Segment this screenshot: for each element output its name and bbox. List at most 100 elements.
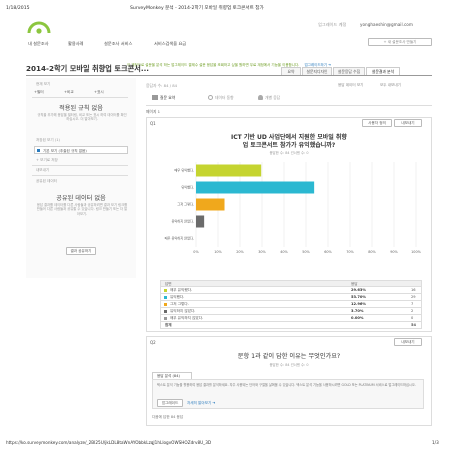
legend-swatch xyxy=(164,296,167,299)
nav-my-surveys[interactable]: 내 설문조사 xyxy=(28,41,49,46)
share-results-button[interactable]: 결과 공유하기 xyxy=(66,247,96,255)
q1-export-button[interactable]: 내보내기 xyxy=(394,119,422,127)
create-survey-button[interactable]: + 새 설문조사 만들기 xyxy=(368,38,432,46)
count-cell: 0 xyxy=(411,316,414,321)
table-row: 유익하지 않았다. 3.70% 2 xyxy=(160,308,422,315)
bar[interactable] xyxy=(196,198,225,211)
save-as-view-link[interactable]: + 보기로 저장 xyxy=(36,158,58,163)
q2-title: 문항 1과 같이 답한 이유는 무엇인가요? xyxy=(237,353,341,360)
percent-cell: 12.96% xyxy=(351,302,366,307)
view-responses-link[interactable]: 응답 데이터 보기 xyxy=(338,83,363,88)
count-cell: 16 xyxy=(411,288,416,293)
total-value: 54 xyxy=(411,323,417,328)
category-label: 유익했다. xyxy=(181,185,194,190)
bar[interactable] xyxy=(196,164,262,177)
nav-examples[interactable]: 활용사례 xyxy=(68,41,83,46)
banner-text: 이 계정으로 설문을 분석 하는 업그레이드 결제수 설문 응답을 조회하고 싶… xyxy=(126,63,300,67)
legend-swatch xyxy=(164,289,167,292)
no-shared-title: 공유된 데이터 없음 xyxy=(56,195,106,202)
percent-cell: 3.70% xyxy=(351,309,364,314)
upgrade-account-link[interactable]: 업그레이드 계정 xyxy=(318,22,346,27)
export-all-link[interactable]: 모두 내보내기 xyxy=(380,83,401,88)
table-header: 답변 응답 xyxy=(160,280,422,287)
category-label: 유익하지 않았다. xyxy=(171,219,194,224)
nav-survey-services[interactable]: 설문조사 서비스 xyxy=(104,41,132,46)
tab-question-summary[interactable]: 질문 요약 xyxy=(160,95,175,100)
tab-design[interactable]: 설문지디자인 xyxy=(302,67,332,75)
q2-learn-more-link[interactable]: 자세히 알아보기 ➜ xyxy=(187,401,215,406)
print-title: SurveyMonkey 분석 - 2014-2학기 모바일 취향업 토크콘서트… xyxy=(130,6,264,11)
answer-cell: 매우 유익했다. xyxy=(170,288,193,293)
x-tick-label: 60% xyxy=(324,250,332,254)
q2-export-button[interactable]: 내보내기 xyxy=(394,338,422,346)
print-page-number: 1/3 xyxy=(432,440,439,445)
x-tick-label: 10% xyxy=(214,250,222,254)
q2-text-analysis-box: 텍스트 분석 기능을 활용하여 응답 결과를 분석하세요. 자주 사용되는 단어… xyxy=(152,379,424,409)
compare-button[interactable]: +비교 xyxy=(64,90,74,95)
answer-cell: 유익했다. xyxy=(170,295,185,300)
tab-individual[interactable]: 개별 응답 xyxy=(265,95,280,100)
selected-view-icon xyxy=(37,149,40,152)
export-label[interactable]: 내보내기 xyxy=(36,168,49,173)
table-row: 그저 그렇다. 12.96% 7 xyxy=(160,301,422,308)
surveymonkey-logo[interactable] xyxy=(26,20,52,34)
summary-chart-icon xyxy=(152,95,158,100)
q1-number: Q1 xyxy=(150,121,156,126)
user-email[interactable]: yonghaeshin@gmail.com xyxy=(360,22,413,27)
x-tick-label: 0% xyxy=(193,250,199,254)
saved-view-label: 기본 보기 (추출된 규칙 없음) xyxy=(43,148,87,153)
table-row: 매우 유익하지 않았다. 0.00% 0 xyxy=(160,315,422,322)
upgrade-banner: 이 계정으로 설문을 분석 하는 업그레이드 결제수 설문 응답을 조회하고 싶… xyxy=(26,51,432,67)
count-cell: 29 xyxy=(411,295,416,300)
percent-cell: 53.70% xyxy=(351,295,366,300)
q2-desc: 텍스트 분석 기능을 활용하여 응답 결과를 분석하세요. 자주 사용되는 단어… xyxy=(157,383,416,387)
count-cell: 2 xyxy=(411,309,414,314)
category-label: 매우 유익하지 않았다. xyxy=(165,236,194,241)
x-tick-label: 30% xyxy=(258,250,266,254)
page-label: 페이지 1 xyxy=(146,109,161,114)
bar[interactable] xyxy=(196,215,205,228)
x-tick-label: 80% xyxy=(368,250,376,254)
percent-cell: 0.00% xyxy=(351,316,364,321)
no-shared-desc: 응답 결과를 데이터를 다른 사람들과 공유하려면 결과 보기 링크를 만들어 … xyxy=(36,203,128,216)
bar[interactable] xyxy=(196,181,315,194)
q2-text-tab[interactable]: 응답 분석 (84) xyxy=(152,372,192,379)
x-tick-label: 90% xyxy=(390,250,398,254)
table-row: 유익했다. 53.70% 29 xyxy=(160,294,422,301)
x-tick-label: 100% xyxy=(411,250,421,254)
percent-cell: 29.63% xyxy=(351,288,366,293)
x-tick-label: 50% xyxy=(302,250,310,254)
saved-view-item[interactable]: 기본 보기 (추출된 규칙 없음) xyxy=(34,146,128,154)
legend-swatch xyxy=(164,303,167,306)
answer-cell: 유익하지 않았다. xyxy=(170,309,196,314)
filter-button[interactable]: +필터 xyxy=(34,90,44,95)
nav-pricing[interactable]: 서비스검색을 요금 xyxy=(154,41,186,46)
person-icon xyxy=(258,95,263,100)
no-rules-desc: 규칙을 추가해 응답을 필터링, 비교 또는 표시 하여 데이터를 확인하십시오… xyxy=(37,113,127,122)
customize-button[interactable]: 사용자 정의 xyxy=(362,119,392,127)
answer-cell: 그저 그렇다. xyxy=(170,302,189,307)
survey-title: 2014-2학기 모바일 취향업 토크콘서... xyxy=(26,64,150,73)
print-url: https://ko.surveymonkey.com/analyze/_2BI… xyxy=(6,440,212,445)
q2-upgrade-button[interactable]: 업그레이드 xyxy=(157,399,183,407)
shared-data-label: 공유된 데이터 xyxy=(36,179,57,183)
tab-summary[interactable]: 요약 xyxy=(281,67,301,75)
tab-collect[interactable]: 설문응답 수집 xyxy=(333,67,365,75)
x-tick-label: 70% xyxy=(346,250,354,254)
table-total-row: 합계 54 xyxy=(160,322,422,329)
view-tabs: 질문 요약 데이터 동향 개별 응답 xyxy=(146,92,432,106)
current-view-label: 현재 보기 xyxy=(36,82,51,86)
total-label: 합계 xyxy=(165,323,172,328)
table-row: 매우 유익했다. 29.63% 16 xyxy=(160,287,422,294)
category-label: 그저 그렇다. xyxy=(177,202,194,207)
saved-views-label: 저장된 보기 (1) xyxy=(36,138,60,142)
no-rules-title: 적용된 규칙 없음 xyxy=(59,105,103,112)
print-date: 1/18/2015 xyxy=(6,6,30,11)
tab-data-trends[interactable]: 데이터 동향 xyxy=(215,95,234,100)
q2-answered-footer: 다음에 답한 84 응답 xyxy=(152,415,184,419)
tab-analyze[interactable]: 설문결과 분석 xyxy=(366,67,400,75)
show-button[interactable]: +표시 xyxy=(94,90,104,95)
category-label: 매우 유익했다. xyxy=(174,168,194,173)
responses-count: 응답자 수: 84 / 84 xyxy=(146,83,178,88)
q1-title-line2: 업 토크콘서트 참가가 유익했습니까? xyxy=(242,142,336,149)
